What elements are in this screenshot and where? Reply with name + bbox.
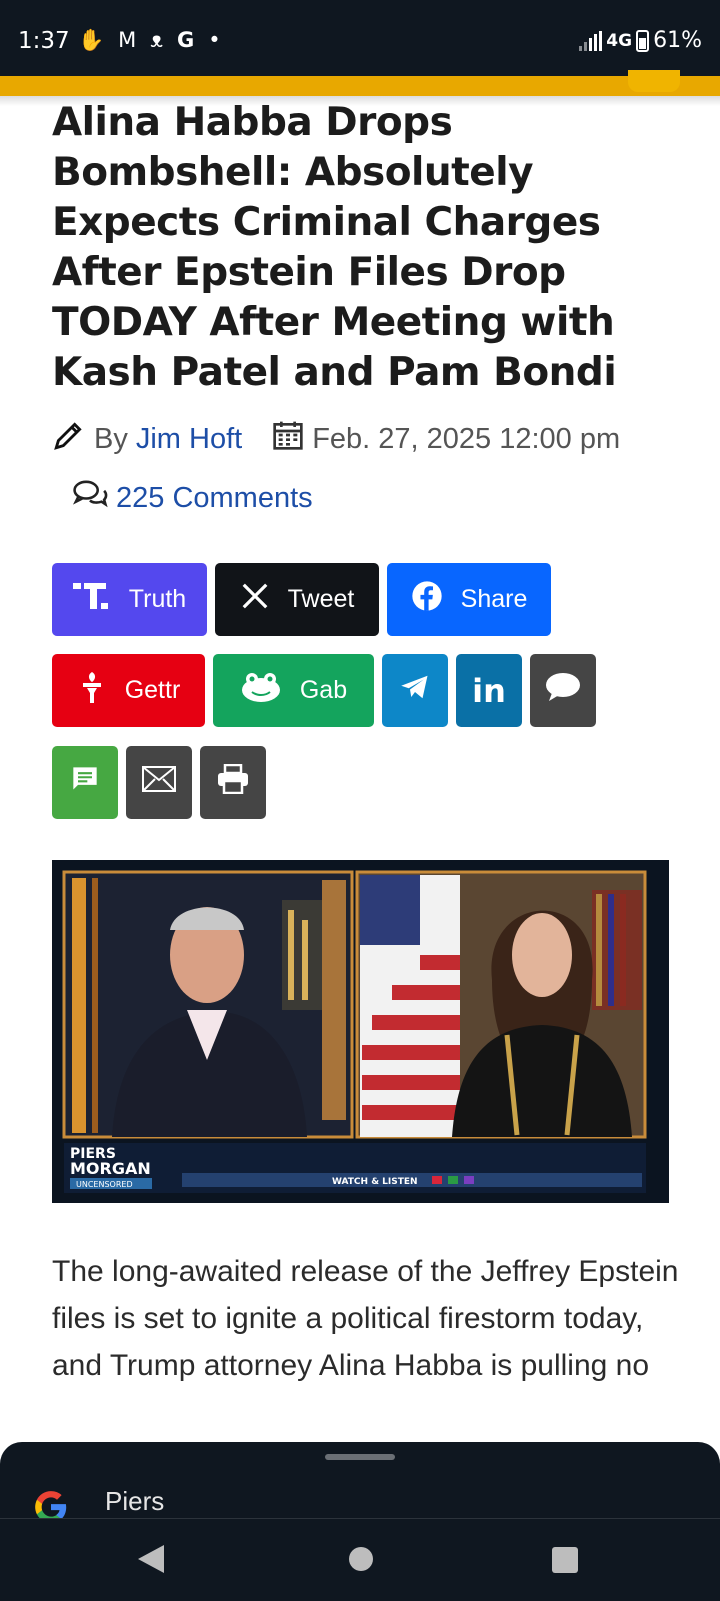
gmail-icon: M (118, 28, 137, 52)
facebook-share-button[interactable]: Share (387, 563, 551, 636)
dot-icon: • (208, 28, 221, 52)
status-time: 1:37 (18, 28, 70, 54)
battery-level: 61% (653, 28, 702, 53)
facebook-icon (411, 580, 443, 619)
email-share-button[interactable] (126, 746, 192, 819)
truth-social-icon (72, 580, 111, 619)
article-headline: Alina Habba Drops Bombshell: Absolutely … (52, 100, 617, 395)
publish-date: Feb. 27, 2025 12:00 pm (312, 422, 621, 455)
search-suggestion-label[interactable]: Piers (105, 1486, 164, 1517)
telegram-icon (400, 674, 430, 707)
gab-frog-icon (240, 671, 282, 710)
battery-icon (636, 29, 650, 52)
google-icon: G (177, 28, 195, 52)
x-icon (240, 581, 270, 618)
bottom-sheet[interactable]: Piers (0, 1442, 720, 1523)
email-icon (142, 766, 176, 799)
message-share-button[interactable] (530, 654, 596, 727)
back-icon[interactable] (138, 1545, 164, 1573)
app-icon: ᴥ (150, 28, 164, 52)
share-row-3 (52, 746, 266, 819)
gab-label: Gab (299, 676, 348, 704)
status-bar: 1:37 ✋ M ᴥ G • 4G 61% (0, 0, 720, 76)
show-tag: UNCENSORED (76, 1180, 133, 1189)
by-label: By (94, 422, 128, 455)
system-status: 4G 61% (579, 28, 702, 53)
hand-icon: ✋ (78, 28, 105, 52)
gettr-share-button[interactable]: Gettr (52, 654, 205, 727)
tweet-label: Tweet (287, 585, 355, 613)
gettr-torch-icon (77, 669, 107, 712)
ticker-text: WATCH & LISTEN (332, 1177, 418, 1187)
calendar-icon (272, 419, 304, 459)
telegram-share-button[interactable] (382, 654, 448, 727)
recents-icon[interactable] (552, 1547, 578, 1573)
sheet-drag-handle[interactable] (325, 1454, 395, 1460)
signal-icon (579, 30, 603, 51)
linkedin-share-button[interactable]: in (456, 654, 522, 727)
video-still-illustration: PIERS MORGAN UNCENSORED WATCH & LISTEN (52, 860, 669, 1203)
share-label: Share (460, 585, 528, 613)
print-icon (217, 763, 249, 801)
gettr-label: Gettr (124, 676, 181, 704)
comments-icon (72, 478, 108, 518)
sms-icon (71, 765, 99, 800)
search-icon[interactable] (628, 70, 680, 92)
author-link[interactable]: Jim Hoft (136, 423, 242, 456)
truth-label: Truth (128, 585, 187, 613)
pencil-icon (52, 418, 86, 460)
network-type: 4G (606, 30, 633, 51)
print-button[interactable] (200, 746, 266, 819)
sms-share-button[interactable] (52, 746, 118, 819)
tweet-button[interactable]: Tweet (215, 563, 379, 636)
article-photo[interactable]: PIERS MORGAN UNCENSORED WATCH & LISTEN (52, 860, 669, 1203)
truth-share-button[interactable]: Truth (52, 563, 207, 636)
system-nav-bar (0, 1518, 720, 1601)
gab-share-button[interactable]: Gab (213, 654, 374, 727)
linkedin-icon: in (472, 671, 506, 710)
share-row-1: Truth Tweet Share (52, 563, 551, 636)
share-row-2: Gettr Gab in (52, 654, 596, 727)
home-icon[interactable] (349, 1547, 373, 1571)
comments-link[interactable]: 225 Comments (116, 482, 313, 515)
show-name-line2: MORGAN (70, 1159, 151, 1178)
notification-icons: ✋ M ᴥ G • (78, 28, 221, 53)
site-header-bar (0, 70, 720, 96)
article-meta: By Jim Hoft Feb. 27, 2025 12:00 pm 225 C… (52, 418, 712, 518)
article-body: The long-awaited release of the Jeffrey … (52, 1255, 679, 1382)
chat-bubble-icon (544, 671, 582, 710)
